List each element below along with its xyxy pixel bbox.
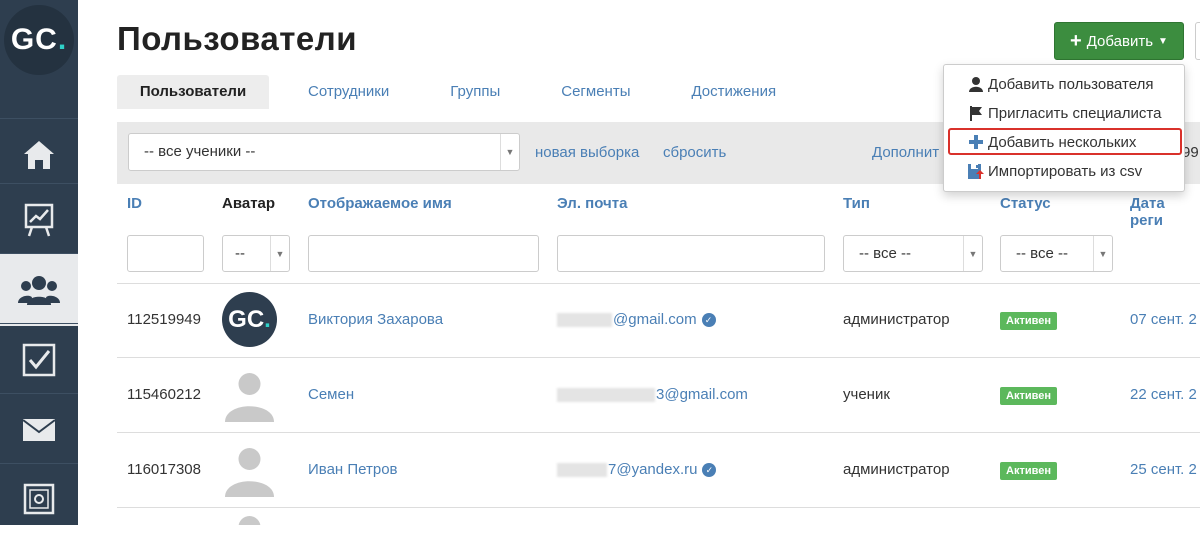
logo-badge: GC.	[4, 5, 74, 75]
selection-select-value: -- все ученики --	[144, 143, 256, 160]
avatar-placeholder-icon	[225, 448, 274, 497]
user-type: ученик	[843, 386, 890, 403]
sidebar-item-users[interactable]	[0, 253, 78, 326]
new-selection-link[interactable]: новая выборка	[535, 144, 639, 161]
avatar-placeholder-icon	[225, 373, 274, 422]
avatar-placeholder-icon	[238, 516, 261, 525]
users-icon	[18, 276, 60, 305]
registration-date: 07 сент. 2	[1130, 311, 1197, 328]
status-badge: Активен	[1000, 312, 1057, 330]
chart-icon	[24, 203, 54, 237]
column-header-name[interactable]: Отображаемое имя	[308, 195, 452, 212]
tab-users[interactable]: Пользователи	[117, 75, 269, 109]
tab-segments[interactable]: Сегменты	[561, 75, 630, 109]
menu-item-add-user[interactable]: Добавить пользователя	[944, 70, 1184, 98]
redacted-email	[557, 387, 655, 402]
add-button-label: Добавить	[1086, 32, 1154, 50]
user-name-link[interactable]: Иван Петров	[308, 461, 398, 478]
column-header-status[interactable]: Статус	[1000, 195, 1051, 212]
sidebar-item-analytics[interactable]	[0, 183, 78, 256]
caret-down-icon: ▼	[1158, 35, 1168, 47]
checkbox-icon	[22, 343, 56, 377]
menu-item-label: Пригласить специалиста	[988, 104, 1162, 122]
registration-date: 22 сент. 2	[1130, 386, 1197, 403]
email-domain: @gmail.com	[613, 311, 697, 328]
registration-date: 25 сент. 2	[1130, 461, 1197, 478]
column-header-registration-date[interactable]: Дата реги	[1130, 195, 1200, 229]
tab-employees[interactable]: Сотрудники	[308, 75, 389, 109]
row-id: 116017308	[127, 461, 201, 478]
menu-item-import-csv[interactable]: Импортировать из csv	[944, 157, 1184, 185]
import-icon	[966, 162, 986, 180]
email-domain: 7@yandex.ru	[608, 461, 698, 478]
sidebar-item-tasks[interactable]	[0, 323, 78, 396]
verified-icon: ✓	[701, 312, 716, 327]
user-type: администратор	[843, 461, 950, 478]
redacted-email	[557, 462, 607, 477]
avatar-filter-select[interactable]: -- ▼	[222, 235, 290, 272]
column-header-avatar: Аватар	[222, 195, 276, 212]
avatar: GC.	[222, 292, 277, 347]
menu-item-invite-specialist[interactable]: Пригласить специалиста	[944, 99, 1184, 127]
sidebar-item-sales[interactable]	[0, 463, 78, 536]
id-filter-input[interactable]	[127, 235, 204, 272]
avatar-filter-value: --	[235, 245, 245, 262]
reset-link[interactable]: сбросить	[663, 144, 726, 161]
mail-icon	[22, 419, 56, 441]
user-email: 7@yandex.ru ✓	[557, 461, 717, 478]
logo-text: GC	[10, 23, 58, 56]
column-header-id[interactable]: ID	[127, 195, 142, 212]
avatar-logo-dot: .	[264, 305, 271, 333]
selection-select[interactable]: -- все ученики -- ▼	[128, 133, 520, 171]
highlight-box	[948, 128, 1182, 155]
row-id: 112519949	[127, 311, 201, 328]
table-row	[117, 507, 1200, 526]
user-email: @gmail.com ✓	[557, 311, 716, 328]
user-name-link[interactable]: Виктория Захарова	[308, 311, 443, 328]
sidebar-item-messages[interactable]	[0, 393, 78, 466]
row-id: 115460212	[127, 386, 201, 403]
verified-icon: ✓	[702, 462, 717, 477]
logo[interactable]: GC.	[0, 0, 78, 80]
avatar-logo-text: GC	[228, 305, 265, 333]
email-filter-input[interactable]	[557, 235, 825, 272]
user-name-link[interactable]: Семен	[308, 386, 354, 403]
page-title: Пользователи	[117, 20, 358, 57]
user-icon	[966, 76, 986, 92]
menu-item-label: Импортировать из csv	[988, 162, 1143, 180]
home-icon	[24, 141, 54, 169]
tab-achievements[interactable]: Достижения	[691, 75, 776, 109]
user-email: 3@gmail.com	[557, 386, 748, 403]
user-type: администратор	[843, 311, 950, 328]
safe-icon	[23, 483, 55, 515]
chevron-down-icon: ▼	[963, 236, 982, 271]
status-filter-value: -- все --	[1016, 245, 1068, 262]
sidebar: GC.	[0, 0, 78, 525]
tabs: Пользователи Сотрудники Группы Сегменты …	[117, 75, 776, 109]
tab-groups[interactable]: Группы	[450, 75, 500, 109]
status-badge: Активен	[1000, 462, 1057, 480]
chevron-down-icon: ▼	[500, 134, 519, 170]
flag-icon	[966, 105, 986, 121]
name-filter-input[interactable]	[308, 235, 539, 272]
type-filter-value: -- все --	[859, 245, 911, 262]
column-header-email[interactable]: Эл. почта	[557, 195, 627, 212]
menu-item-label: Добавить пользователя	[988, 75, 1154, 93]
status-filter-select[interactable]: -- все -- ▼	[1000, 235, 1113, 272]
chevron-down-icon: ▼	[1093, 236, 1112, 271]
status-badge: Активен	[1000, 387, 1057, 405]
redacted-email	[557, 312, 612, 327]
chevron-down-icon: ▼	[270, 236, 289, 271]
type-filter-select[interactable]: -- все -- ▼	[843, 235, 983, 272]
more-button[interactable]	[1195, 22, 1200, 60]
sidebar-item-home[interactable]	[0, 118, 78, 191]
additional-filters-link[interactable]: Дополнит	[872, 144, 939, 161]
logo-dot: .	[57, 23, 68, 56]
column-header-type[interactable]: Тип	[843, 195, 870, 212]
email-domain: 3@gmail.com	[656, 386, 748, 403]
plus-icon: +	[1070, 29, 1082, 52]
add-button[interactable]: + Добавить ▼	[1054, 22, 1184, 60]
